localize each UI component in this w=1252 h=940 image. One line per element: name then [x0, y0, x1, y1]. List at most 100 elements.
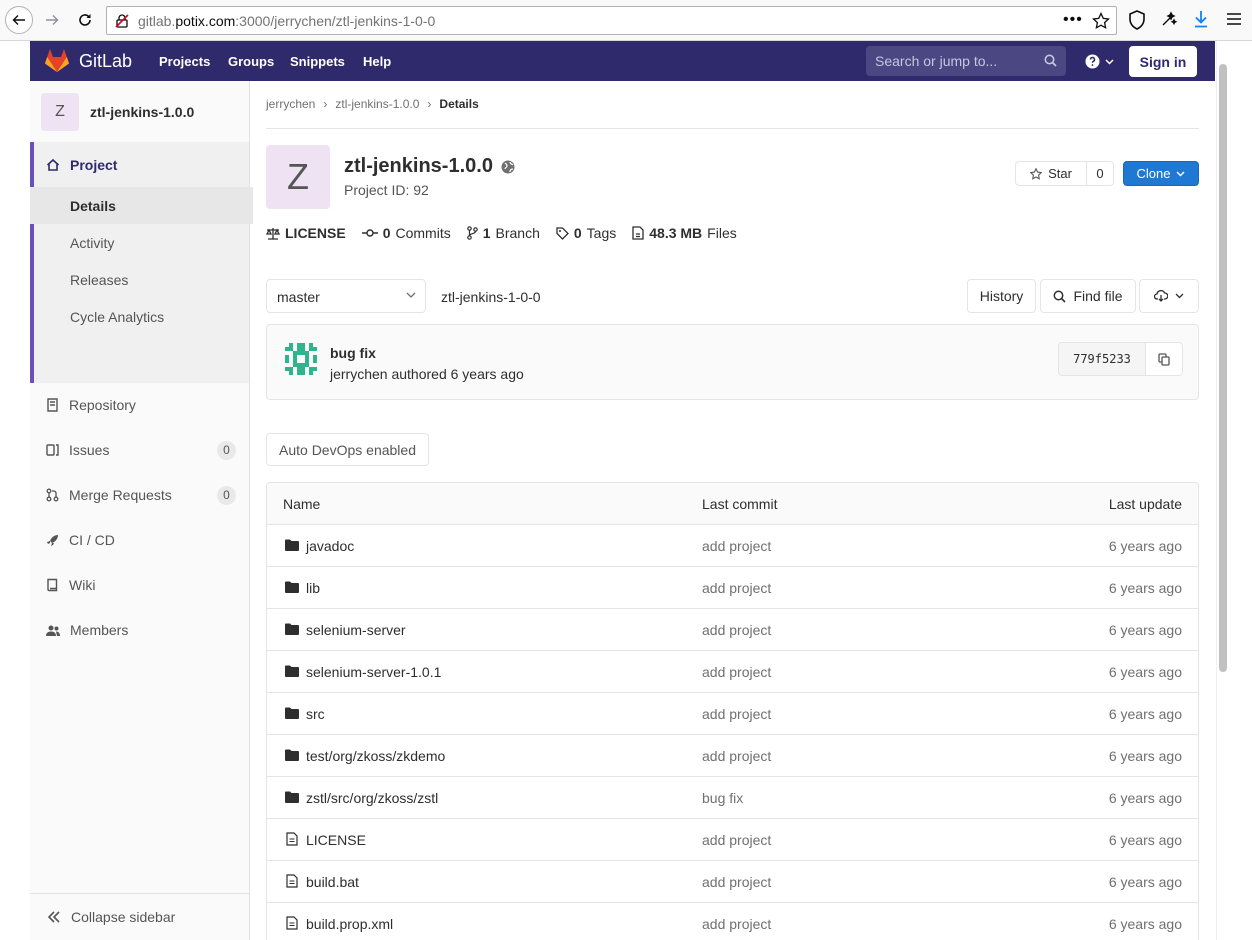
last-commit-message[interactable]: add project: [702, 748, 771, 764]
table-row[interactable]: selenium-server-1.0.1 add project 6 years …: [267, 651, 1198, 693]
breadcrumb-project[interactable]: ztl-jenkins-1.0.0: [335, 97, 419, 111]
files-link[interactable]: 48.3 MB Files: [632, 225, 737, 241]
breadcrumb-separator-icon: ›: [323, 97, 328, 111]
download-dropdown-button[interactable]: [1139, 279, 1199, 313]
breadcrumb-owner[interactable]: jerrychen: [266, 97, 315, 111]
branches-link[interactable]: 1 Branch: [466, 225, 540, 241]
file-name[interactable]: src: [306, 706, 325, 722]
last-commit-message[interactable]: add project: [702, 664, 771, 680]
file-icon: [286, 832, 298, 846]
sidebar-project-header[interactable]: Z ztl-jenkins-1.0.0: [30, 81, 249, 142]
sidebar-item-members[interactable]: Members: [46, 622, 128, 638]
sidebar-subitem-details[interactable]: Details: [30, 187, 253, 224]
sidebar-item-ci-cd[interactable]: CI / CD: [46, 532, 115, 548]
nav-projects[interactable]: Projects: [159, 54, 210, 69]
table-row[interactable]: LICENSE add project 6 years ago: [267, 819, 1198, 861]
brand-name: GitLab: [79, 50, 133, 71]
sidebar-item-wiki[interactable]: Wiki: [46, 577, 95, 593]
sidebar-project-name: ztl-jenkins-1.0.0: [90, 103, 195, 120]
sidebar-item-merge-requests[interactable]: Merge Requests 0: [46, 485, 236, 505]
shield-icon[interactable]: [1128, 10, 1146, 30]
star-button[interactable]: Star: [1015, 161, 1087, 186]
sidebar-subitem-activity[interactable]: Activity: [30, 224, 253, 261]
file-name[interactable]: zstl/src/org/zkoss/zstl: [306, 790, 438, 806]
collapse-sidebar-button[interactable]: Collapse sidebar: [30, 893, 249, 940]
sign-in-button[interactable]: Sign in: [1129, 46, 1197, 77]
forward-icon[interactable]: [38, 6, 66, 34]
reload-icon[interactable]: [71, 6, 99, 34]
last-commit-message[interactable]: add project: [702, 832, 771, 848]
file-name[interactable]: build.prop.xml: [306, 916, 393, 932]
file-name[interactable]: selenium-server: [306, 622, 406, 638]
bookmark-star-icon[interactable]: [1092, 12, 1110, 30]
table-row[interactable]: test/org/zkoss/zkdemo add project 6 years …: [267, 735, 1198, 777]
globe-icon: [501, 160, 515, 173]
nav-groups[interactable]: Groups: [228, 54, 274, 69]
table-row[interactable]: selenium-server add project 6 years ago: [267, 609, 1198, 651]
branch-count: 1: [482, 225, 491, 241]
gitlab-logo[interactable]: GitLab: [44, 49, 132, 73]
find-file-button[interactable]: Find file: [1040, 279, 1136, 313]
copy-sha-button[interactable]: [1145, 342, 1183, 376]
extension-icon[interactable]: [1160, 10, 1178, 28]
page-actions-icon[interactable]: •••: [1063, 11, 1083, 29]
menu-icon[interactable]: [1226, 12, 1242, 26]
copy-icon: [1158, 352, 1170, 366]
auto-devops-badge[interactable]: Auto DevOps enabled: [266, 433, 429, 466]
insecure-lock-icon[interactable]: [114, 13, 130, 29]
table-row[interactable]: lib add project 6 years ago: [267, 567, 1198, 609]
sidebar-subitem-cycle-analytics[interactable]: Cycle Analytics: [30, 298, 253, 335]
license-link[interactable]: LICENSE: [266, 225, 346, 241]
tags-link[interactable]: 0 Tags: [556, 225, 616, 241]
help-dropdown[interactable]: [1085, 54, 1114, 69]
collapse-sidebar-label: Collapse sidebar: [71, 909, 176, 925]
commit-sha[interactable]: 779f5233: [1058, 342, 1146, 376]
files-label: Files: [707, 225, 737, 241]
sidebar-item-project[interactable]: Project: [46, 157, 117, 173]
double-chevron-left-icon: [47, 911, 60, 923]
commit-author-meta: jerrychen authored 6 years ago: [330, 366, 524, 382]
project-sidebar: Z ztl-jenkins-1.0.0 Project Details Acti…: [30, 81, 253, 940]
table-row[interactable]: zstl/src/org/zkoss/zstl bug fix 6 years ag…: [267, 777, 1198, 819]
author-identicon[interactable]: [285, 343, 317, 375]
file-name[interactable]: test/org/zkoss/zkdemo: [306, 748, 445, 764]
nav-help[interactable]: Help: [363, 54, 391, 69]
clone-button[interactable]: Clone: [1123, 161, 1199, 186]
commits-link[interactable]: 0 Commits: [361, 225, 451, 241]
sidebar-subitem-releases[interactable]: Releases: [30, 261, 253, 298]
table-row[interactable]: javadoc add project 6 years ago: [267, 525, 1198, 567]
breadcrumb-current[interactable]: Details: [439, 97, 478, 111]
last-commit-message[interactable]: bug fix: [702, 790, 743, 806]
search-input[interactable]: Search or jump to...: [866, 46, 1066, 76]
file-name[interactable]: javadoc: [306, 538, 354, 554]
branch-selector[interactable]: master: [266, 279, 426, 313]
sidebar-item-issues[interactable]: Issues 0: [46, 440, 236, 460]
repo-path[interactable]: ztl-jenkins-1-0-0: [441, 289, 541, 305]
last-commit-message[interactable]: add project: [702, 538, 771, 554]
last-commit-message[interactable]: add project: [702, 916, 771, 932]
file-name[interactable]: selenium-server-1.0.1: [306, 664, 441, 680]
file-name[interactable]: lib: [306, 580, 320, 596]
project-avatar-small: Z: [41, 92, 79, 131]
last-commit-message[interactable]: add project: [702, 580, 771, 596]
file-name[interactable]: build.bat: [306, 874, 359, 890]
url-bar[interactable]: gitlab.potix.com:3000/jerrychen/ztl-jenk…: [106, 6, 1117, 35]
sidebar-item-repository[interactable]: Repository: [46, 397, 136, 413]
table-row[interactable]: src add project 6 years ago: [267, 693, 1198, 735]
scrollbar-thumb[interactable]: [1219, 64, 1227, 672]
star-count[interactable]: 0: [1086, 161, 1114, 186]
download-icon[interactable]: [1193, 10, 1209, 28]
table-row[interactable]: build.prop.xml add project 6 years ago: [267, 903, 1198, 940]
commits-label: Commits: [395, 225, 451, 241]
last-commit-message[interactable]: add project: [702, 874, 771, 890]
last-commit-message[interactable]: add project: [702, 622, 771, 638]
header-last-commit: Last commit: [702, 496, 778, 512]
nav-snippets[interactable]: Snippets: [290, 54, 345, 69]
back-icon[interactable]: [5, 6, 33, 34]
history-button[interactable]: History: [967, 279, 1036, 313]
table-row[interactable]: build.bat add project 6 years ago: [267, 861, 1198, 903]
last-commit-message[interactable]: add project: [702, 706, 771, 722]
file-name[interactable]: LICENSE: [306, 832, 366, 848]
commit-message[interactable]: bug fix: [330, 345, 376, 361]
folder-icon: [285, 539, 299, 551]
